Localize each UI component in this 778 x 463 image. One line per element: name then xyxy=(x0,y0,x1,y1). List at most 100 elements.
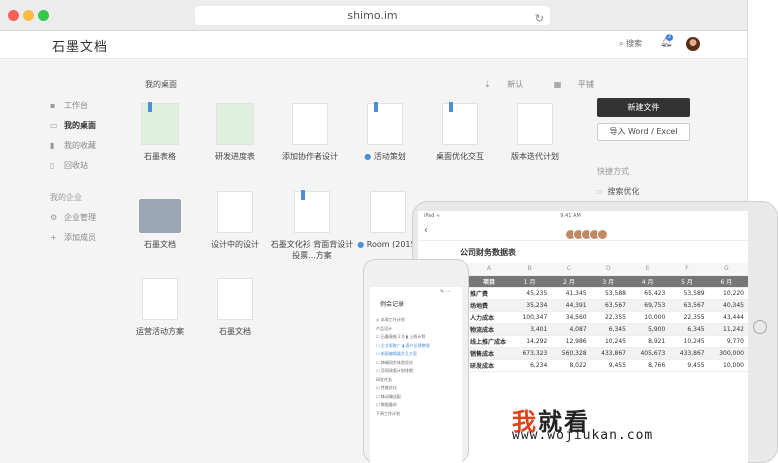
maximize-window-button[interactable] xyxy=(38,10,49,21)
table-cell[interactable]: 5,900 xyxy=(629,323,670,336)
table-cell[interactable]: 34,560 xyxy=(551,311,591,324)
table-cell[interactable]: 53,588 xyxy=(590,287,630,300)
table-cell[interactable]: 4 月 xyxy=(629,275,670,288)
table-cell[interactable]: 8,766 xyxy=(629,359,670,372)
user-avatar[interactable] xyxy=(686,37,700,51)
table-cell[interactable]: 12,986 xyxy=(551,335,591,348)
list-item[interactable]: ☐ 移动端适配 xyxy=(376,394,401,400)
table-cell[interactable]: 22,355 xyxy=(669,311,709,324)
file-item[interactable]: 版本迭代计划 xyxy=(497,103,573,162)
table-cell[interactable]: 560,328 xyxy=(551,347,591,360)
collaborator-avatars[interactable] xyxy=(565,225,608,244)
table-cell[interactable]: 3,401 xyxy=(511,323,552,336)
edit-icon[interactable]: ✎ xyxy=(440,289,444,295)
file-item[interactable]: ● 活动策划 xyxy=(347,102,423,162)
table-cell[interactable]: 销售成本 xyxy=(466,347,512,360)
file-item[interactable]: 研发进度表 xyxy=(197,103,273,162)
table-cell[interactable]: E xyxy=(629,263,670,276)
table-cell[interactable]: 14,292 xyxy=(511,335,552,348)
table-cell[interactable]: 44,391 xyxy=(551,299,591,312)
reload-icon[interactable]: ↻ xyxy=(535,9,544,28)
more-icon[interactable]: ··· xyxy=(446,289,451,295)
table-cell[interactable]: D xyxy=(590,263,630,276)
table-cell[interactable]: 65,423 xyxy=(629,287,670,300)
table-cell[interactable]: 100,347 xyxy=(511,311,552,324)
table-cell[interactable]: F xyxy=(669,263,709,276)
notifications-button[interactable]: 🔔︎ 2 xyxy=(660,34,673,48)
file-item[interactable]: 桌面优化交互 xyxy=(422,102,498,162)
table-cell[interactable]: 10,000 xyxy=(708,359,748,372)
list-item[interactable]: 产品设计 xyxy=(376,326,392,332)
list-item[interactable]: ◎ 本周工作计划 xyxy=(376,317,405,323)
table-cell[interactable]: 3 月 xyxy=(590,275,630,288)
table-cell[interactable]: 35,234 xyxy=(511,299,552,312)
table-cell[interactable]: 405,673 xyxy=(629,347,670,360)
sidebar-item-enterprise-admin[interactable]: ⚙ 企业管理 xyxy=(50,207,130,227)
list-item[interactable]: 研发任务 xyxy=(376,377,392,383)
list-item[interactable]: ☐ 企业版推广 ▮ 客户反馈整理 xyxy=(376,343,430,349)
table-cell[interactable]: 10,245 xyxy=(669,335,709,348)
import-button[interactable]: 导入 Word / Excel xyxy=(597,123,690,141)
table-cell[interactable]: 6,345 xyxy=(590,323,630,336)
sidebar-item-trash[interactable]: ▯ 回收站 xyxy=(50,155,130,175)
file-item[interactable]: 添加协作者设计 xyxy=(272,103,348,162)
grid-view-button[interactable]: ▦ 平铺 xyxy=(554,80,608,89)
table-cell[interactable]: 物流成本 xyxy=(466,323,512,336)
table-cell[interactable]: 4,087 xyxy=(551,323,591,336)
table-cell[interactable]: 9,455 xyxy=(590,359,630,372)
table-cell[interactable]: 53,589 xyxy=(669,287,709,300)
sidebar-item-add-member[interactable]: + 添加成员 xyxy=(50,227,130,247)
sidebar-item-workbench[interactable]: ▪ 工作台 xyxy=(50,95,130,115)
list-item[interactable]: ☐ 数据备份 xyxy=(376,402,397,408)
table-cell[interactable]: 69,753 xyxy=(629,299,670,312)
file-item[interactable]: 石墨表格 xyxy=(122,102,198,162)
list-item[interactable]: ☐ 性能优化 xyxy=(376,385,397,391)
app-logo[interactable]: 石墨文档 xyxy=(52,36,108,55)
table-cell[interactable]: 40,345 xyxy=(708,299,748,312)
table-cell[interactable]: B xyxy=(511,263,552,276)
table-cell[interactable]: 63,567 xyxy=(669,299,709,312)
table-cell[interactable]: 300,000 xyxy=(708,347,748,360)
table-cell[interactable]: 433,867 xyxy=(669,347,709,360)
file-item[interactable]: 运营活动方案 xyxy=(122,278,198,337)
list-item[interactable]: ☐ 新版编辑器交互方案 xyxy=(376,351,417,357)
new-file-button[interactable]: 新建文件 xyxy=(597,98,690,117)
table-cell[interactable]: 推广费 xyxy=(466,287,512,300)
new-sort-button[interactable]: ⇣ 新认 xyxy=(484,80,537,89)
table-cell[interactable]: 研发成本 xyxy=(466,359,512,372)
table-cell[interactable]: 2 月 xyxy=(551,275,591,288)
minimize-window-button[interactable] xyxy=(23,10,34,21)
sidebar-item-my-desktop[interactable]: ▭ 我的桌面 xyxy=(50,115,130,135)
list-item[interactable]: ☐ 官网改版计划排期 xyxy=(376,368,413,374)
table-cell[interactable]: G xyxy=(708,263,748,276)
list-item[interactable]: ☐ 跨端同步体验优化 xyxy=(376,360,413,366)
list-item[interactable]: 下周工作计划 xyxy=(376,411,400,417)
table-cell[interactable]: 10,220 xyxy=(708,287,748,300)
table-cell[interactable]: 43,444 xyxy=(708,311,748,324)
table-cell[interactable]: 9,455 xyxy=(669,359,709,372)
table-cell[interactable]: 8,022 xyxy=(551,359,591,372)
file-item[interactable]: 石墨文档 xyxy=(197,278,273,337)
table-cell[interactable]: 45,235 xyxy=(511,287,552,300)
table-cell[interactable]: 6 月 xyxy=(708,275,748,288)
table-cell[interactable]: 10,245 xyxy=(590,335,630,348)
table-cell[interactable]: 人力成本 xyxy=(466,311,512,324)
table-cell[interactable]: 22,355 xyxy=(590,311,630,324)
table-cell[interactable]: 项目 xyxy=(466,275,512,288)
table-cell[interactable]: 63,567 xyxy=(590,299,630,312)
table-cell[interactable]: 6,234 xyxy=(511,359,552,372)
table-cell[interactable]: 6,345 xyxy=(669,323,709,336)
list-item[interactable]: ☐ 石墨表格 2.0 ▮ 上线计划 xyxy=(376,334,425,340)
table-cell[interactable]: 5 月 xyxy=(669,275,709,288)
file-item[interactable]: 石墨文化衫 背面背设计投票...方案 xyxy=(270,190,354,261)
table-cell[interactable]: 9,770 xyxy=(708,335,748,348)
table-cell[interactable]: 41,345 xyxy=(551,287,591,300)
address-bar[interactable]: shimo.im ↻ xyxy=(195,6,550,25)
search-button[interactable]: ⌕ 搜索 xyxy=(619,38,642,49)
folder-item[interactable]: 石墨文档 xyxy=(122,191,198,250)
back-icon[interactable]: ‹ xyxy=(424,225,428,236)
table-cell[interactable]: 1 月 xyxy=(511,275,552,288)
table-cell[interactable]: C xyxy=(551,263,591,276)
shortcut-item[interactable]: ▫ 搜索优化 xyxy=(597,186,640,197)
table-cell[interactable]: 11,242 xyxy=(708,323,748,336)
